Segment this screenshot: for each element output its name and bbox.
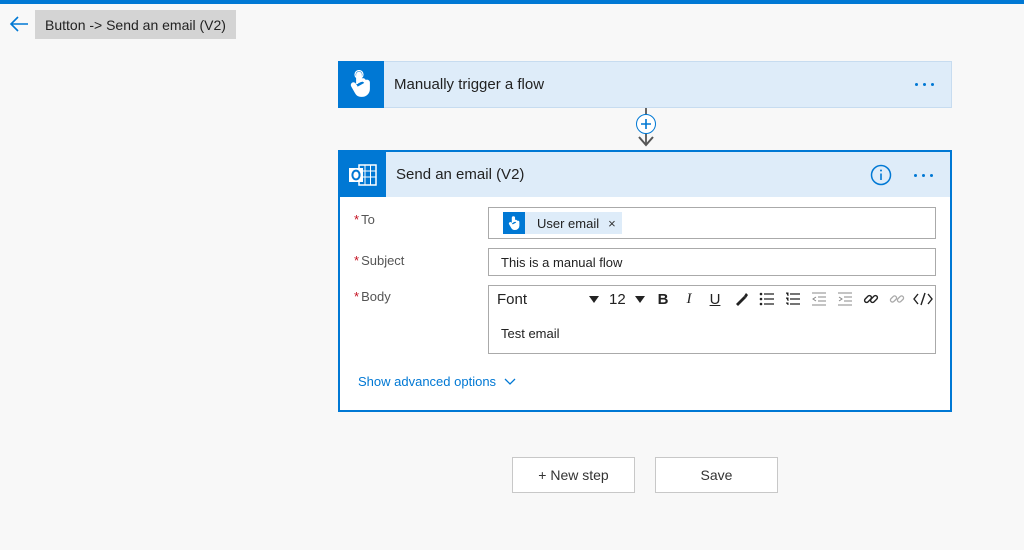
bulleted-list-icon[interactable] — [755, 288, 779, 310]
body-editor[interactable]: Font 12 B I U Test email — [488, 285, 936, 354]
italic-button[interactable]: I — [677, 288, 701, 310]
dot-icon — [922, 173, 925, 177]
required-marker: * — [354, 212, 360, 227]
required-marker: * — [354, 253, 360, 268]
body-label: * Body — [354, 289, 391, 304]
bold-button[interactable]: B — [651, 288, 675, 310]
back-arrow-icon[interactable] — [8, 14, 30, 34]
trigger-more-options-button[interactable] — [915, 76, 939, 92]
remove-token-button[interactable]: × — [608, 216, 616, 231]
subject-field[interactable]: This is a manual flow — [488, 248, 936, 276]
rich-text-toolbar: Font 12 B I U — [489, 286, 935, 312]
font-size-dropdown[interactable]: 12 — [609, 291, 645, 308]
send-email-title: Send an email (V2) — [396, 166, 525, 183]
to-label-text: To — [361, 212, 375, 227]
down-arrow-icon — [638, 136, 654, 147]
font-family-dropdown[interactable]: Font — [497, 291, 599, 308]
new-step-button[interactable]: + New step — [512, 457, 635, 493]
touch-hand-icon — [338, 60, 384, 108]
dot-icon — [914, 173, 917, 177]
dot-icon — [923, 82, 926, 86]
outlook-icon — [340, 152, 386, 197]
code-view-icon[interactable] — [911, 288, 935, 310]
action-more-options-button[interactable] — [914, 167, 938, 183]
highlight-icon[interactable] — [729, 288, 753, 310]
touch-hand-icon — [503, 212, 525, 234]
caret-down-icon — [589, 295, 599, 303]
trigger-title: Manually trigger a flow — [394, 76, 545, 93]
dot-icon — [930, 173, 933, 177]
dot-icon — [931, 82, 934, 86]
body-content: Test email — [501, 326, 560, 341]
advanced-options-label: Show advanced options — [358, 374, 497, 389]
dot-icon — [915, 82, 918, 86]
flow-title[interactable]: Button -> Send an email (V2) — [35, 10, 236, 39]
plus-icon — [641, 119, 651, 129]
numbered-list-icon[interactable] — [781, 288, 805, 310]
caret-down-icon — [635, 295, 645, 303]
underline-button[interactable]: U — [703, 288, 727, 310]
link-icon[interactable] — [859, 288, 883, 310]
subject-label: * Subject — [354, 253, 404, 268]
unlink-icon[interactable] — [885, 288, 909, 310]
body-label-text: Body — [361, 289, 391, 304]
decrease-indent-icon[interactable] — [807, 288, 831, 310]
show-advanced-options-link[interactable]: Show advanced options — [358, 374, 516, 389]
top-accent-bar — [0, 0, 1024, 4]
info-icon[interactable] — [870, 164, 892, 186]
subject-label-text: Subject — [361, 253, 405, 268]
token-label: User email — [537, 215, 600, 231]
send-email-card-header[interactable]: Send an email (V2) — [340, 152, 950, 197]
trigger-card[interactable]: Manually trigger a flow — [338, 60, 952, 108]
to-label: * To — [354, 212, 375, 227]
font-size-value: 12 — [609, 290, 626, 308]
chevron-down-icon — [504, 378, 516, 385]
insert-step-button[interactable] — [636, 114, 656, 134]
save-button[interactable]: Save — [655, 457, 778, 493]
font-family-value: Font — [497, 290, 528, 308]
to-field[interactable]: User email × — [488, 207, 936, 239]
required-marker: * — [354, 289, 360, 304]
increase-indent-icon[interactable] — [833, 288, 857, 310]
send-email-card: Send an email (V2) * To User email × * Su — [338, 150, 952, 412]
user-email-token[interactable]: User email × — [503, 212, 622, 234]
